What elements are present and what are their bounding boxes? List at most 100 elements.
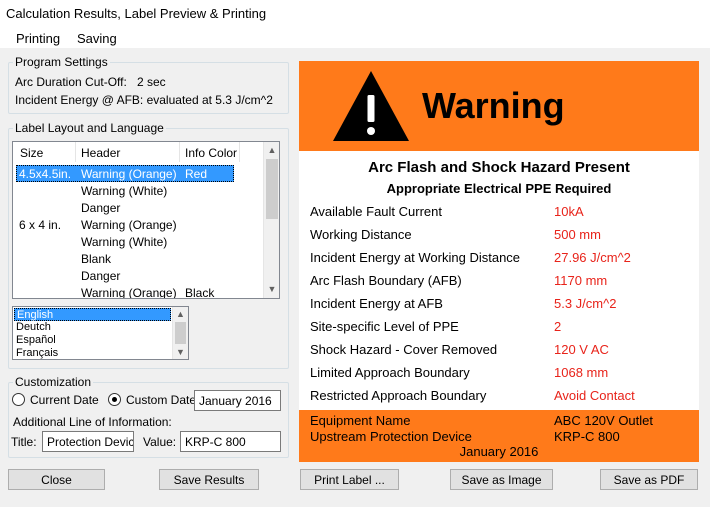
list-row[interactable]: Warning (White) (13, 182, 264, 199)
label-info-row: Limited Approach Boundary 1068 mm (310, 365, 690, 388)
listview-header: Size Header Info Color (13, 142, 264, 162)
label-footer-band: Equipment Name ABC 120V Outlet Upstream … (299, 410, 699, 462)
info-value: 27.96 J/cm^2 (554, 250, 631, 265)
info-value: 1068 mm (554, 365, 609, 380)
save-as-image-button[interactable]: Save as Image (450, 469, 553, 490)
custom-date-input[interactable]: January 2016 (194, 390, 281, 411)
scroll-up-icon[interactable]: ▲ (264, 142, 279, 159)
custom-date-label[interactable]: Custom Date (126, 393, 196, 407)
equipment-name-label: Equipment Name (310, 413, 411, 428)
row-size: 4.5x4.5in. (19, 167, 72, 181)
info-value: 1170 mm (554, 273, 608, 288)
save-results-button[interactable]: Save Results (159, 469, 259, 490)
col-size[interactable]: Size (20, 146, 43, 160)
save-as-pdf-button[interactable]: Save as PDF (600, 469, 698, 490)
row-header: Danger (81, 269, 121, 283)
current-date-label[interactable]: Current Date (30, 393, 99, 407)
list-row[interactable]: 4.5x4.5in. Warning (Orange) Red (13, 165, 264, 182)
info-key: Incident Energy at Working Distance (310, 250, 521, 265)
label-header-band: Warning (299, 61, 699, 151)
title-label: Title: (11, 435, 37, 449)
list-row[interactable]: Danger (13, 199, 264, 216)
listview-scrollbar[interactable]: ▲ ▼ (263, 142, 279, 298)
label-info-row: Arc Flash Boundary (AFB) 1170 mm (310, 273, 690, 296)
scroll-thumb[interactable] (175, 322, 186, 344)
menu-saving[interactable]: Saving (77, 31, 117, 46)
menu-bar: Printing Saving (0, 27, 710, 49)
arc-duration-label: Arc Duration Cut-Off: (15, 75, 127, 89)
label-info-row: Shock Hazard - Cover Removed 120 V AC (310, 342, 690, 365)
language-item[interactable]: Français (14, 347, 171, 359)
value-input[interactable]: KRP-C 800 (180, 431, 281, 452)
info-value: 10kA (554, 204, 584, 219)
info-key: Available Fault Current (310, 204, 442, 219)
list-row[interactable]: Warning (White) (13, 233, 264, 250)
label-hazard-line: Arc Flash and Shock Hazard Present (368, 159, 630, 176)
label-date: January 2016 (459, 444, 539, 459)
row-color: Red (185, 167, 208, 181)
row-header: Danger (81, 201, 121, 215)
arc-duration-value: 2 sec (137, 75, 166, 89)
row-header: Warning (Orange) (81, 218, 177, 232)
language-item[interactable]: Español (14, 334, 171, 347)
label-info-row: Working Distance 500 mm (310, 227, 690, 250)
label-info-row: Incident Energy at Working Distance 27.9… (310, 250, 690, 273)
current-date-radio[interactable] (12, 393, 25, 406)
row-header: Warning (Orange) (81, 286, 177, 299)
scroll-thumb[interactable] (266, 159, 278, 219)
scroll-up-icon[interactable]: ▲ (173, 307, 188, 321)
label-info-row: Restricted Approach Boundary Avoid Conta… (310, 388, 690, 411)
upstream-device-value: KRP-C 800 (554, 429, 620, 444)
language-item[interactable]: English (14, 308, 171, 321)
scroll-down-icon[interactable]: ▼ (264, 281, 279, 298)
upstream-device-label: Upstream Protection Device (310, 429, 472, 444)
info-key: Site-specific Level of PPE (310, 319, 459, 334)
label-header-text: Warning (422, 85, 565, 126)
info-value: Avoid Contact (554, 388, 635, 403)
customization-legend: Customization (15, 375, 92, 389)
label-info-row: Site-specific Level of PPE 2 (310, 319, 690, 342)
menu-printing[interactable]: Printing (16, 31, 60, 46)
layout-listview[interactable]: Size Header Info Color 4.5x4.5in. Warnin… (12, 141, 280, 299)
scroll-down-icon[interactable]: ▼ (173, 345, 188, 359)
list-row[interactable]: Danger (13, 267, 264, 284)
row-header: Warning (White) (81, 184, 168, 198)
row-header: Warning (Orange) (81, 167, 177, 181)
info-key: Working Distance (310, 227, 412, 242)
col-header[interactable]: Header (81, 146, 120, 160)
language-item[interactable]: Deutch (14, 321, 171, 334)
list-row[interactable]: 6 x 4 in. Warning (Orange) (13, 216, 264, 233)
row-color: Black (185, 286, 215, 299)
col-info-color[interactable]: Info Color (185, 146, 237, 160)
label-ppe-line: Appropriate Electrical PPE Required (386, 181, 612, 196)
info-value: 5.3 J/cm^2 (554, 296, 617, 311)
language-scrollbar[interactable]: ▲ ▼ (172, 307, 188, 359)
program-settings-legend: Program Settings (15, 55, 108, 69)
row-header: Blank (81, 252, 112, 266)
info-key: Incident Energy at AFB (310, 296, 443, 311)
list-row[interactable]: Blank (13, 250, 264, 267)
title-input[interactable]: Protection Device (42, 431, 134, 452)
equipment-name-value: ABC 120V Outlet (554, 413, 653, 428)
label-info-row: Available Fault Current 10kA (310, 204, 690, 227)
custom-date-radio[interactable] (108, 393, 121, 406)
info-key: Restricted Approach Boundary (310, 388, 487, 403)
row-header: Warning (White) (81, 235, 168, 249)
row-size: 6 x 4 in. (19, 218, 62, 232)
window-title: Calculation Results, Label Preview & Pri… (6, 6, 267, 21)
close-button[interactable]: Close (8, 469, 105, 490)
info-key: Shock Hazard - Cover Removed (310, 342, 498, 357)
print-label-button[interactable]: Print Label ... (300, 469, 399, 490)
title-bar: Calculation Results, Label Preview & Pri… (0, 0, 710, 27)
label-preview: Warning Arc Flash and Shock Hazard Prese… (299, 61, 699, 462)
additional-line-label: Additional Line of Information: (13, 415, 172, 429)
layout-language-legend: Label Layout and Language (15, 121, 164, 135)
list-row[interactable]: Warning (Orange) Black (13, 284, 264, 299)
label-info-row: Incident Energy at AFB 5.3 J/cm^2 (310, 296, 690, 319)
info-value: 120 V AC (554, 342, 609, 357)
incident-energy-setting: Incident Energy @ AFB: evaluated at 5.3 … (15, 93, 273, 107)
language-listbox[interactable]: English Deutch Español Français ▲ ▼ (12, 306, 189, 360)
info-value: 500 mm (554, 227, 601, 242)
info-value: 2 (554, 319, 562, 334)
warning-triangle-icon (333, 71, 409, 141)
